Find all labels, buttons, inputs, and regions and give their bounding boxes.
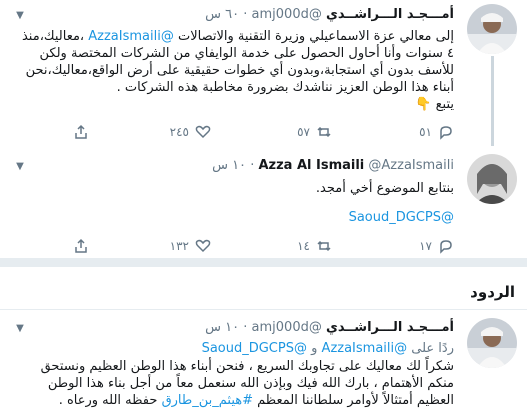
section-gap xyxy=(0,259,527,267)
chevron-down-icon[interactable]: ▼ xyxy=(12,321,28,337)
tweet-text: شكراً لك معاليك على تجاوبك السريع ، فنحن… xyxy=(12,358,454,409)
avatar-image xyxy=(467,4,517,54)
user-handle[interactable]: @amj000d xyxy=(252,7,322,22)
like-count: ١٣٢ xyxy=(169,239,189,253)
mention-link[interactable]: @Saoud_DGCPS xyxy=(202,341,307,356)
chevron-down-icon[interactable]: ▼ xyxy=(12,8,28,24)
chevron-down-icon[interactable]: ▼ xyxy=(12,159,28,175)
display-name[interactable]: أمـــجـد الـــراشــدي xyxy=(326,7,454,22)
replies-heading: الردود xyxy=(470,283,515,301)
reply-count: ١٧ xyxy=(419,239,432,253)
mention-link[interactable]: @AzzaIsmaili xyxy=(88,29,174,44)
timestamp[interactable]: ١٠ س xyxy=(212,158,246,173)
tweet-reply-azza[interactable]: Azza Al Ismaili @AzzaIsmaili · ١٠ س ▼ بن… xyxy=(0,146,527,254)
reply-icon xyxy=(440,126,452,140)
mention-link[interactable]: @Saoud_DGCPS xyxy=(349,210,454,225)
reply-button[interactable]: ١٧ xyxy=(419,236,454,256)
timestamp[interactable]: ١٠ س xyxy=(205,320,239,335)
share-icon xyxy=(75,124,87,139)
tweet-main[interactable]: أمـــجـد الـــراشــدي @amj000d · ٦٠ س ▼ … xyxy=(0,0,527,146)
tweet-header: أمـــجـد الـــراشــدي @amj000d · ١٠ س xyxy=(40,320,454,340)
heart-icon xyxy=(195,125,211,139)
share-button[interactable] xyxy=(73,236,89,256)
retweet-button[interactable]: ١٤ xyxy=(297,236,332,256)
tweet-text: إلى معالي عزة الاسماعيلي وزيرة التقنية و… xyxy=(12,28,454,113)
replying-to-line: ردًا على @AzzaIsmaili و @Saoud_DGCPS xyxy=(12,340,454,357)
hashtag-link[interactable]: #هيثم_بن_طارق xyxy=(162,393,253,408)
user-handle[interactable]: @amj000d xyxy=(252,320,322,335)
tweet-header: Azza Al Ismaili @AzzaIsmaili · ١٠ س xyxy=(40,158,454,178)
avatar-image xyxy=(467,318,517,368)
tweet-header: أمـــجـد الـــراشــدي @amj000d · ٦٠ س xyxy=(40,7,454,27)
thread-line xyxy=(491,56,494,146)
separator-dot: · xyxy=(243,7,248,22)
reply-count: ٥١ xyxy=(419,125,432,139)
like-button[interactable]: ٢٤٥ xyxy=(170,122,211,142)
retweet-count: ١٤ xyxy=(297,239,310,253)
heart-icon xyxy=(195,239,211,253)
and-text: و xyxy=(311,341,318,356)
tweet-reply-amjad[interactable]: أمـــجـد الـــراشــدي @amj000d · ١٠ س ▼ … xyxy=(0,310,527,420)
retweet-icon xyxy=(317,126,331,138)
tweet-text-part1: إلى معالي عزة الاسماعيلي وزيرة التقنية و… xyxy=(173,29,454,44)
follow-text: يتبع xyxy=(435,97,454,112)
reply-button[interactable]: ٥١ xyxy=(419,122,454,142)
pointing-down-emoji: 👇 xyxy=(415,97,432,112)
retweet-count: ٥٧ xyxy=(297,125,310,139)
tweet-mention-line: @Saoud_DGCPS xyxy=(12,209,454,226)
retweet-button[interactable]: ٥٧ xyxy=(297,122,332,142)
like-button[interactable]: ١٣٢ xyxy=(170,236,211,256)
tweet-text-body: بنتابع الموضوع أخي أمجد. xyxy=(315,181,454,196)
tweet-actions: ١٧ ١٤ ١٣٢ xyxy=(40,236,454,256)
timestamp[interactable]: ٦٠ س xyxy=(205,7,239,22)
mention-link[interactable]: @AzzaIsmaili xyxy=(322,341,408,356)
share-button[interactable] xyxy=(73,122,89,142)
tweet-text: بنتابع الموضوع أخي أمجد. xyxy=(12,180,454,197)
separator-dot: · xyxy=(250,158,255,173)
avatar[interactable] xyxy=(467,318,517,368)
display-name[interactable]: Azza Al Ismaili xyxy=(258,158,364,173)
tweet-text-end: حفظه الله ورعاه . xyxy=(58,393,158,408)
avatar-image xyxy=(467,154,517,204)
retweet-icon xyxy=(317,240,331,252)
user-handle[interactable]: @AzzaIsmaili xyxy=(368,158,454,173)
avatar[interactable] xyxy=(467,154,517,204)
avatar[interactable] xyxy=(467,4,517,54)
reply-icon xyxy=(440,240,452,254)
display-name[interactable]: أمـــجـد الـــراشــدي xyxy=(326,320,454,335)
share-icon xyxy=(75,238,87,253)
replying-to-label: ردًا على xyxy=(411,341,454,356)
like-count: ٢٤٥ xyxy=(169,125,189,139)
separator-dot: · xyxy=(243,320,248,335)
tweet-actions: ٥١ ٥٧ ٢٤٥ xyxy=(40,122,454,142)
